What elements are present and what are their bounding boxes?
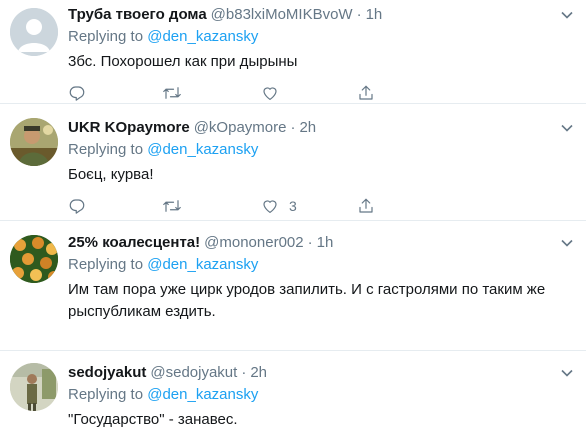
tweet[interactable]: UKR KOpaymore @kOpaymore · 2h Replying t… [0,104,586,221]
display-name[interactable]: sedojyakut [68,363,146,383]
chevron-down-icon[interactable] [560,121,574,135]
timestamp[interactable]: 2h [299,118,316,138]
tweet[interactable]: Труба твоего дома @b83lxiMoMIKBvoW · 1h … [0,0,586,104]
separator-dot: · [241,364,247,381]
avatar-photo[interactable] [10,235,58,283]
like-button[interactable]: 3 [261,197,357,215]
share-icon [359,198,373,213]
default-avatar-icon [10,8,58,56]
mention-link[interactable]: @den_kazansky [147,256,258,273]
tweet-text: Боєц, курва! [68,166,154,183]
mention-link[interactable]: @den_kazansky [147,28,258,45]
avatar-photo[interactable] [10,118,58,166]
replying-prefix: Replying to [68,141,148,158]
separator-dot: · [356,6,362,23]
display-name[interactable]: Труба твоего дома [68,5,207,25]
replying-to: Replying to @den_kazansky [68,140,576,160]
replying-to: Replying to @den_kazansky [68,27,576,47]
tweet-text: Им там пора уже цирк уродов запилить. И … [68,281,546,320]
timestamp[interactable]: 1h [366,5,383,25]
tweet-actions: 3 [68,196,576,216]
display-name[interactable]: 25% коалесцента! [68,233,200,253]
share-icon [359,85,373,100]
like-button[interactable] [261,84,357,102]
mention-link[interactable]: @den_kazansky [147,141,258,158]
retweet-icon [163,87,181,99]
tweet[interactable]: sedojyakut @sedojyakut · 2h Replying to … [0,351,586,435]
replying-prefix: Replying to [68,28,148,45]
user-photo-icon [10,118,58,166]
user-handle[interactable]: @b83lxiMoMIKBvoW [211,5,353,25]
user-handle[interactable]: @sedojyakut [150,363,237,383]
tweet-header: 25% коалесцента! @mononer002 · 1h [68,233,576,253]
chevron-down-icon[interactable] [560,366,574,380]
retweet-icon [163,200,181,212]
tweet-actions [68,83,576,103]
tweet-text: 3бс. Похорошел как при дырыны [68,53,298,70]
user-photo-icon [10,363,58,411]
share-button[interactable] [357,84,375,102]
tweet-header: Труба твоего дома @b83lxiMoMIKBvoW · 1h [68,5,576,25]
timestamp[interactable]: 1h [317,233,334,253]
tweet-header: UKR KOpaymore @kOpaymore · 2h [68,118,576,138]
retweet-button[interactable] [162,197,261,215]
display-name[interactable]: UKR KOpaymore [68,118,190,138]
tweet[interactable]: 25% коалесцента! @mononer002 · 1h Replyi… [0,221,586,351]
reply-button[interactable] [68,197,162,215]
reply-icon [69,86,85,101]
like-count: 3 [289,198,297,214]
heart-icon [263,87,277,100]
avatar-photo[interactable] [10,363,58,411]
replying-prefix: Replying to [68,386,148,403]
retweet-button[interactable] [162,84,261,102]
tweet-header: sedojyakut @sedojyakut · 2h [68,363,576,383]
chevron-down-icon[interactable] [560,8,574,22]
reply-icon [69,199,85,214]
share-button[interactable] [357,197,375,215]
reply-button[interactable] [68,84,162,102]
replying-to: Replying to @den_kazansky [68,385,576,405]
tweet-text: "Государство" - занавес. [68,411,238,428]
heart-icon [263,200,277,213]
chevron-down-icon[interactable] [560,236,574,250]
avatar-default[interactable] [10,8,58,56]
separator-dot: · [290,119,296,136]
separator-dot: · [307,234,313,251]
mention-link[interactable]: @den_kazansky [147,386,258,403]
user-handle[interactable]: @kOpaymore [194,118,287,138]
replying-prefix: Replying to [68,256,148,273]
timestamp[interactable]: 2h [250,363,267,383]
replying-to: Replying to @den_kazansky [68,255,576,275]
user-handle[interactable]: @mononer002 [204,233,303,253]
user-photo-icon [10,235,58,283]
